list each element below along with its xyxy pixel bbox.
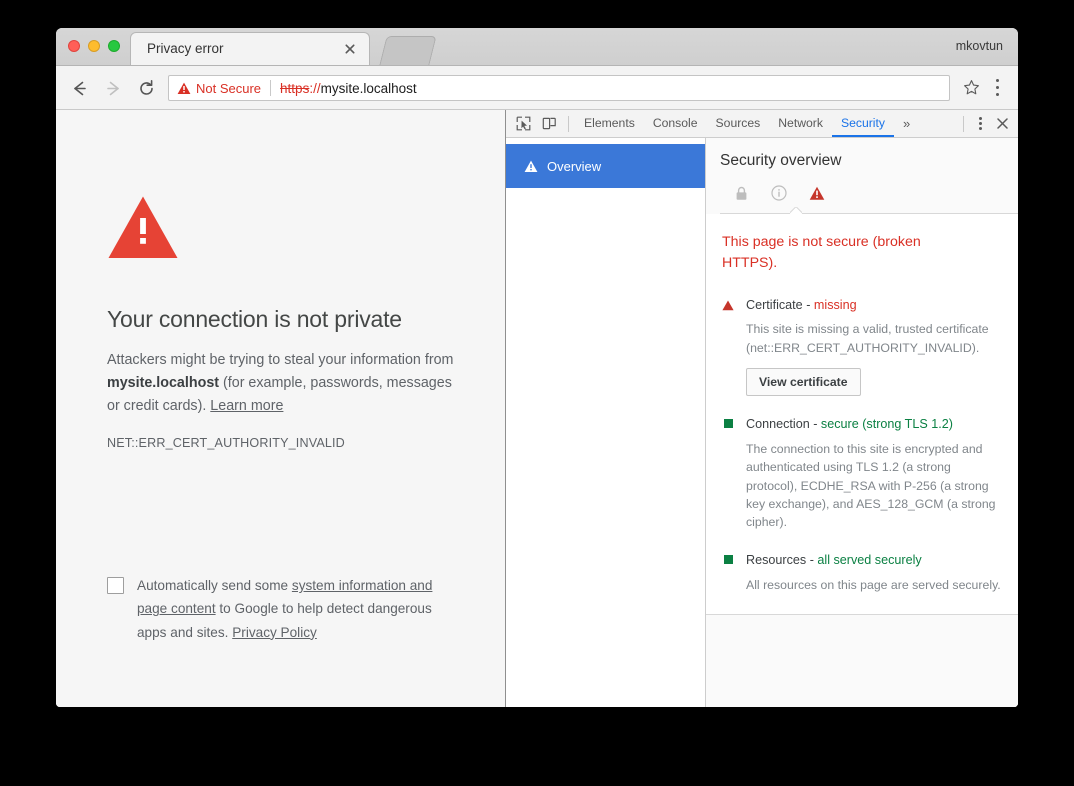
selection-caret-icon	[790, 207, 802, 214]
close-icon[interactable]	[990, 113, 1014, 135]
security-sidebar: Overview	[506, 138, 706, 707]
optin-checkbox[interactable]	[107, 577, 124, 594]
browser-window: Privacy error mkovtun Not Secure https:/…	[56, 28, 1018, 707]
security-item-description: This site is missing a valid, trusted ce…	[746, 322, 989, 355]
navigation-toolbar: Not Secure https://mysite.localhost	[56, 66, 1018, 110]
three-dot-menu-icon[interactable]	[970, 114, 990, 134]
warning-triangle-icon	[524, 160, 538, 172]
minimize-window-button[interactable]	[88, 40, 100, 52]
more-tabs-button[interactable]: »	[894, 110, 919, 137]
url-host: mysite.localhost	[320, 80, 417, 96]
info-circle-icon[interactable]	[768, 182, 790, 204]
warning-triangle-icon	[722, 300, 734, 397]
interstitial-main: Your connection is not private Attackers…	[107, 195, 457, 450]
devtools-toolbar: Elements Console Sources Network Securit…	[506, 110, 1018, 138]
optin-prefix: Automatically send some	[137, 578, 292, 593]
tab-privacy-error[interactable]: Privacy error	[130, 32, 370, 65]
tab-elements[interactable]: Elements	[575, 110, 644, 137]
toolbar-divider-right	[963, 115, 964, 132]
item-dash: -	[806, 552, 818, 567]
security-item-title: Connection - secure (strong TLS 1.2)	[746, 416, 1002, 434]
security-item-body: Connection - secure (strong TLS 1.2) The…	[746, 416, 1002, 532]
reload-icon[interactable]	[134, 76, 158, 100]
new-tab-icon[interactable]	[379, 36, 437, 65]
security-item-body: Resources - all served securely All reso…	[746, 552, 1002, 594]
maximize-window-button[interactable]	[108, 40, 120, 52]
security-item-connection: Connection - secure (strong TLS 1.2) The…	[722, 416, 1002, 532]
lock-icon[interactable]	[730, 182, 752, 204]
security-header: Security overview	[706, 138, 1018, 214]
body-prefix: Attackers might be trying to steal your …	[107, 352, 454, 368]
warning-triangle-icon[interactable]	[806, 182, 828, 204]
sidebar-item-label: Overview	[547, 158, 602, 174]
warning-triangle-icon	[107, 195, 457, 266]
url-separator: ://	[309, 80, 321, 96]
page-title: Your connection is not private	[107, 306, 402, 332]
three-dot-menu-icon[interactable]	[988, 78, 1006, 97]
close-window-button[interactable]	[68, 40, 80, 52]
security-content: Security overview This page is not secur…	[706, 138, 1018, 707]
green-square-icon	[722, 419, 734, 532]
forward-arrow-icon	[101, 76, 125, 100]
item-status: all served securely	[817, 552, 922, 567]
address-bar[interactable]: Not Secure https://mysite.localhost	[168, 75, 950, 101]
learn-more-link[interactable]: Learn more	[210, 398, 283, 414]
item-label: Certificate	[746, 297, 803, 312]
tab-sources[interactable]: Sources	[707, 110, 770, 137]
panel-title: Security overview	[720, 152, 842, 169]
security-item-body: Certificate - missing This site is missi…	[746, 297, 1002, 397]
body-host: mysite.localhost	[107, 375, 220, 392]
tab-strip: Privacy error mkovtun	[56, 28, 1018, 66]
item-status: secure (strong TLS 1.2)	[820, 417, 953, 432]
profile-user-label[interactable]: mkovtun	[956, 39, 1003, 53]
security-state-chips	[720, 182, 1018, 213]
devtools-panel: Elements Console Sources Network Securit…	[506, 110, 1018, 707]
tab-title: Privacy error	[147, 41, 224, 56]
inspect-element-icon[interactable]	[510, 112, 536, 136]
item-status: missing	[813, 297, 857, 312]
window-traffic-lights	[68, 40, 120, 52]
header-divider	[720, 213, 1018, 214]
url-scheme: https	[280, 80, 310, 96]
item-dash: -	[809, 417, 821, 432]
back-arrow-icon[interactable]	[67, 76, 91, 100]
tab-security[interactable]: Security	[832, 110, 894, 137]
warning-triangle-icon	[177, 82, 191, 94]
toolbar-divider	[568, 115, 569, 132]
security-item-title: Resources - all served securely	[746, 552, 1002, 570]
security-summary: This page is not secure (broken HTTPS).	[722, 234, 921, 272]
security-item-description: All resources on this page are served se…	[746, 577, 1001, 592]
security-details: This page is not secure (broken HTTPS). …	[706, 214, 1018, 615]
url-text[interactable]: https://mysite.localhost	[271, 81, 417, 96]
view-certificate-button[interactable]: View certificate	[746, 368, 861, 397]
tab-console[interactable]: Console	[644, 110, 707, 137]
item-dash: -	[802, 297, 814, 312]
bookmark-star-icon[interactable]	[963, 79, 980, 96]
error-code: NET::ERR_CERT_AUTHORITY_INVALID	[107, 436, 345, 451]
security-item-title: Certificate - missing	[746, 297, 1002, 315]
security-status-chip[interactable]: Not Secure	[177, 81, 270, 96]
item-label: Connection	[746, 417, 810, 432]
security-status-label: Not Secure	[196, 80, 262, 96]
devtools-main: Overview Security overview This page is …	[506, 138, 1018, 707]
optin-row: Automatically send some system informati…	[107, 574, 457, 644]
sidebar-item-overview[interactable]: Overview	[506, 144, 705, 188]
optin-label: Automatically send some system informati…	[137, 574, 457, 644]
privacy-policy-link[interactable]: Privacy Policy	[232, 625, 317, 640]
window-body: Your connection is not private Attackers…	[56, 110, 1018, 707]
close-icon[interactable]	[343, 42, 357, 56]
tab-network[interactable]: Network	[769, 110, 832, 137]
security-item-description: The connection to this site is encrypted…	[746, 441, 996, 530]
security-item-resources: Resources - all served securely All reso…	[722, 552, 1002, 594]
item-label: Resources	[746, 552, 807, 567]
security-item-certificate: Certificate - missing This site is missi…	[722, 297, 1002, 397]
green-square-icon	[722, 554, 734, 594]
security-empty-area	[706, 614, 1018, 707]
interstitial-body: Attackers might be trying to steal your …	[107, 349, 457, 418]
device-toolbar-icon[interactable]	[536, 112, 562, 136]
interstitial-page: Your connection is not private Attackers…	[56, 110, 506, 707]
